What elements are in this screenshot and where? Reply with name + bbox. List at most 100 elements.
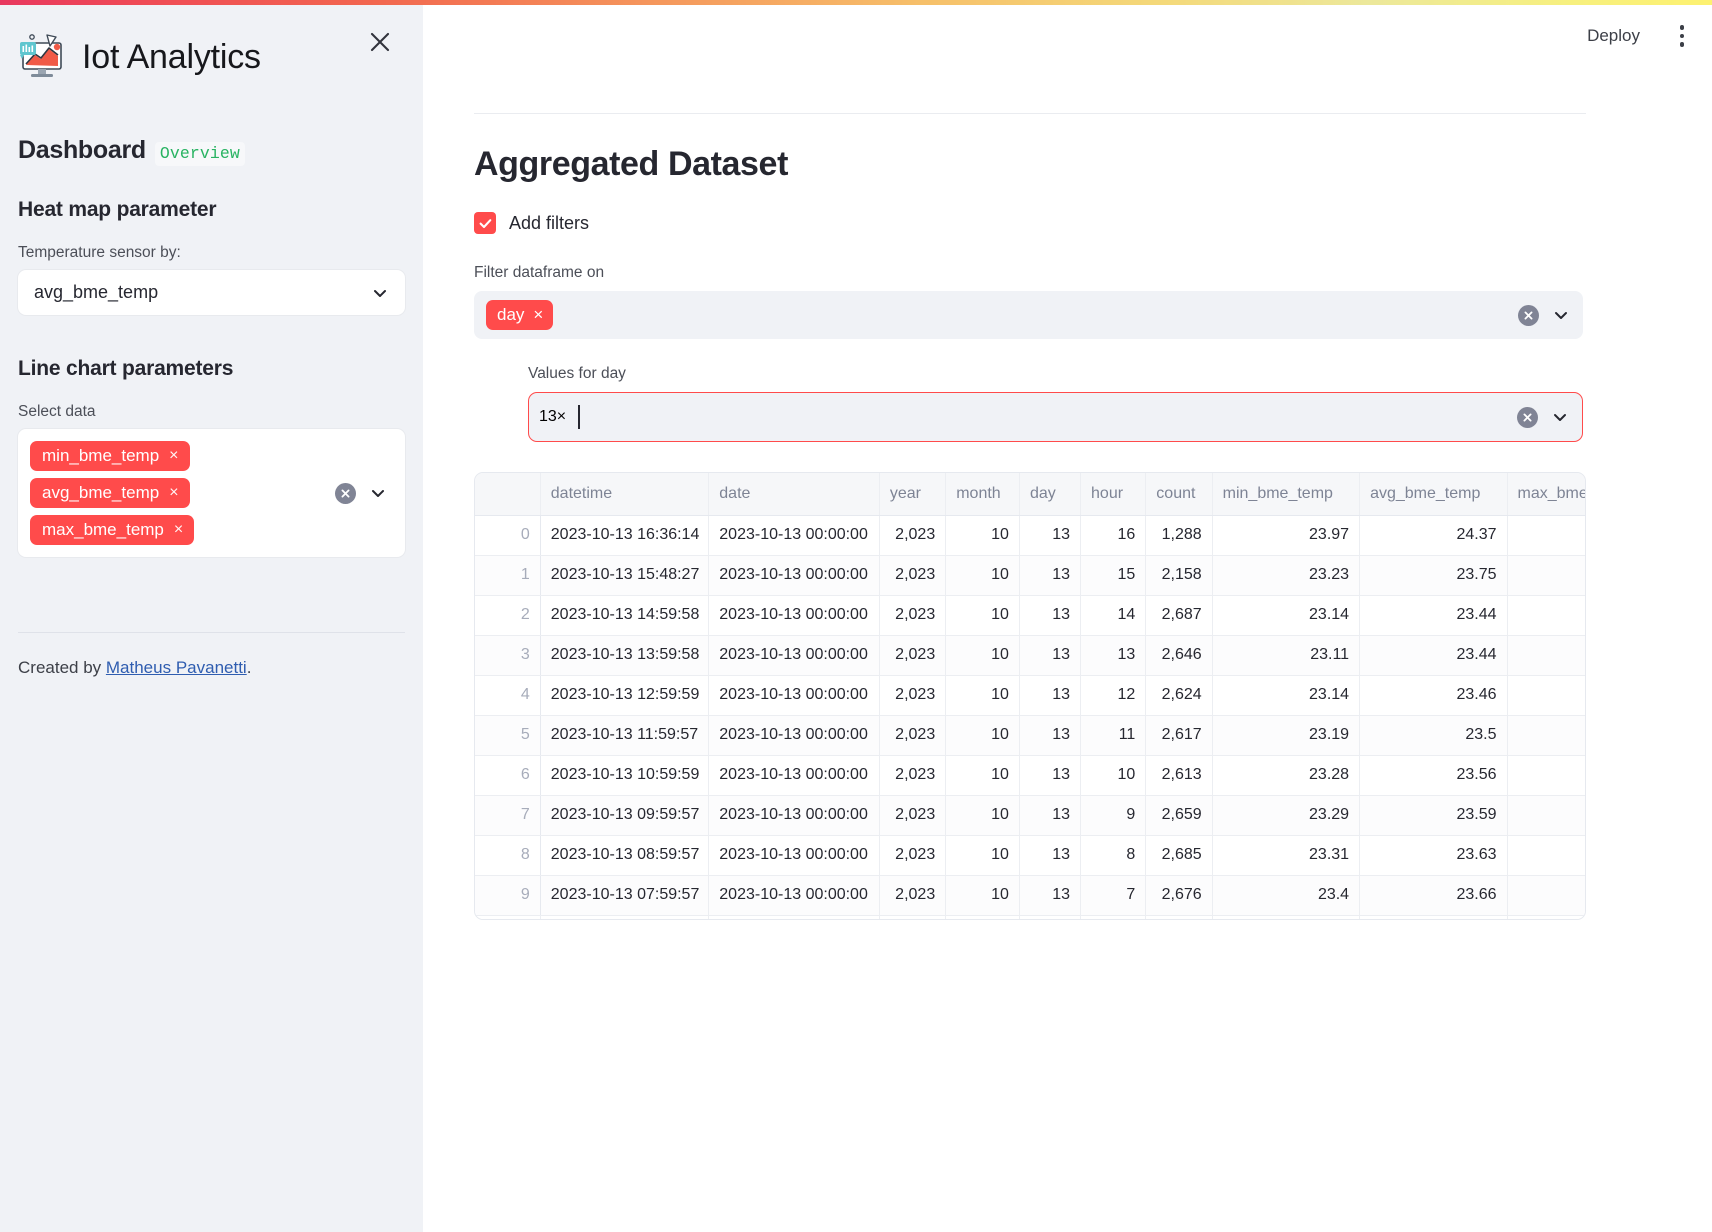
filter-dataframe-on-label: Filter dataframe on (474, 264, 605, 281)
cell-hour: 10 (1080, 755, 1147, 796)
cell-day: 13 (1019, 755, 1082, 796)
brand-title: Iot Analytics (82, 37, 261, 76)
select-data-multiselect[interactable]: min_bme_temp × avg_bme_temp × max_bme_temp × (18, 429, 405, 557)
cell-avg_bme_temp: 23.44 (1359, 595, 1508, 636)
kebab-dot (1679, 25, 1685, 30)
table-row: 0 2023-10-13 16:36:14 2023-10-13 00:00:00 2… (475, 515, 1585, 556)
tag-label: avg_bme_temp (42, 483, 160, 502)
deploy-button[interactable]: Deploy (1579, 20, 1648, 52)
cell-max_bme_temp: 2 (1507, 555, 1585, 596)
cell-day: 13 (1019, 675, 1082, 716)
table-body: 0 2023-10-13 16:36:14 2023-10-13 00:00:00 2… (475, 515, 1585, 919)
cell-datetime: 2023-10-13 12:59:59 (540, 675, 710, 716)
cell-date: 2023-10-13 00:00:00 (708, 595, 880, 636)
cell-date: 2023-10-13 00:00:00 (708, 635, 880, 676)
temperature-sensor-select[interactable]: avg_bme_temp (18, 270, 405, 315)
tag-label: day (497, 305, 525, 324)
cell-min_bme_temp: 23.4 (1212, 875, 1361, 916)
cell-day: 13 (1019, 595, 1082, 636)
tag-remove-icon[interactable]: × (169, 484, 178, 501)
tag-remove-icon[interactable]: × (169, 447, 178, 464)
cell-avg_bme_temp: 23.75 (1359, 555, 1508, 596)
chevron-down-icon[interactable] (1549, 406, 1571, 428)
table-row: 8 2023-10-13 08:59:57 2023-10-13 00:00:00 2… (475, 835, 1585, 876)
add-filters-checkbox-row[interactable]: Add filters (474, 212, 589, 234)
cell-year: 2,023 (879, 755, 947, 796)
cell-datetime: 2023-10-13 14:59:58 (540, 595, 710, 636)
table-col-datetime: datetime (540, 473, 710, 516)
cell-hour: 13 (1080, 635, 1147, 676)
tag-remove-icon[interactable]: × (174, 521, 183, 538)
cell-year: 2,023 (879, 875, 947, 916)
kebab-menu-icon[interactable] (1668, 21, 1696, 51)
cell-count: 2,646 (1145, 635, 1213, 676)
filter-dataframe-on-multiselect[interactable]: day × (474, 291, 1583, 339)
add-filters-checkbox[interactable] (474, 212, 496, 234)
cell-max_bme_temp: 2 (1507, 875, 1585, 916)
values-for-day-multiselect[interactable]: 13× (528, 392, 1583, 442)
cell-month: 10 (945, 675, 1020, 716)
tag-remove-icon[interactable]: × (557, 408, 566, 425)
cell-datetime: 2023-10-13 07:59:57 (540, 875, 710, 916)
clear-circle-icon[interactable] (1517, 406, 1538, 428)
tag-avg_bme_temp[interactable]: avg_bme_temp × (30, 478, 190, 508)
cell-avg_bme_temp: 23.63 (1359, 835, 1508, 876)
filter-on-tags: day × (486, 300, 554, 330)
aggregated-dataset-table[interactable]: datetime date year month day hour count min_bme… (474, 472, 1586, 920)
cell-avg_bme_temp: 23.56 (1359, 755, 1508, 796)
cell-datetime: 2023-10-13 16:36:14 (540, 515, 710, 556)
clear-circle-icon[interactable] (335, 482, 356, 504)
cell-count: 2,158 (1145, 555, 1213, 596)
cell-min_bme_temp: 23.28 (1212, 755, 1361, 796)
cell-hour: 8 (1080, 835, 1147, 876)
cell-day: 13 (1019, 555, 1082, 596)
cell-min_bme_temp: 23.14 (1212, 595, 1361, 636)
table-row: 1 2023-10-13 15:48:27 2023-10-13 00:00:00 2… (475, 555, 1585, 596)
table-header: datetime date year month day hour count min_bme… (475, 473, 1585, 516)
tag-day[interactable]: day × (486, 300, 554, 330)
created-by-text: Created by Matheus Pavanetti. (18, 658, 405, 678)
tag-remove-icon[interactable]: × (533, 306, 543, 323)
tag-label: 13 (539, 408, 557, 425)
table-col-month: month (945, 473, 1020, 516)
chevron-down-icon[interactable] (1550, 304, 1572, 326)
cell-day: 13 (1019, 635, 1082, 676)
cell-datetime: 2023-10-13 11:59:57 (540, 715, 710, 756)
cell-hour: 11 (1080, 715, 1147, 756)
tag-13[interactable]: 13× (539, 408, 566, 426)
chevron-down-icon[interactable] (369, 282, 391, 304)
sidebar-close-button[interactable] (363, 25, 397, 59)
row-index-cell: 0 (475, 515, 541, 556)
tag-label: min_bme_temp (42, 446, 160, 465)
multiselect-actions (335, 482, 393, 504)
table-col-hour: hour (1080, 473, 1147, 516)
top-accent-gradient-bar (0, 0, 1712, 5)
cell-date: 2023-10-13 00:00:00 (708, 755, 880, 796)
tag-min_bme_temp[interactable]: min_bme_temp × (30, 441, 190, 471)
chevron-down-icon[interactable] (367, 482, 389, 504)
author-link[interactable]: Matheus Pavanetti (106, 658, 247, 677)
cell-date: 2023-10-13 00:00:00 (708, 795, 880, 836)
tag-max_bme_temp[interactable]: max_bme_temp × (30, 515, 195, 545)
table-row: 5 2023-10-13 11:59:57 2023-10-13 00:00:00 2… (475, 715, 1585, 756)
cell-count: 2,624 (1145, 675, 1213, 716)
cell-max_bme_temp: 2 (1507, 715, 1585, 756)
cell-max_bme_temp: 2 (1507, 595, 1585, 636)
cell-max_bme_temp: 2 (1507, 755, 1585, 796)
check-icon (479, 218, 491, 228)
cell-max_bme_temp: 2 (1507, 675, 1585, 716)
cell-hour: 7 (1080, 875, 1147, 916)
filter-actions (1518, 304, 1572, 326)
cell-min_bme_temp: 23.19 (1212, 715, 1361, 756)
sidebar-divider (18, 632, 405, 633)
row-index-cell: 9 (475, 875, 541, 916)
row-index-cell: 8 (475, 835, 541, 876)
cell-datetime: 2023-10-13 13:59:58 (540, 635, 710, 676)
clear-circle-icon[interactable] (1518, 304, 1539, 326)
topbar: Deploy (1579, 5, 1712, 67)
page-title: Aggregated Dataset (474, 145, 788, 183)
cell-day: 13 (1019, 835, 1082, 876)
add-filters-label: Add filters (509, 212, 590, 233)
table-col-index (475, 473, 541, 516)
values-tags: 13× (539, 408, 566, 426)
